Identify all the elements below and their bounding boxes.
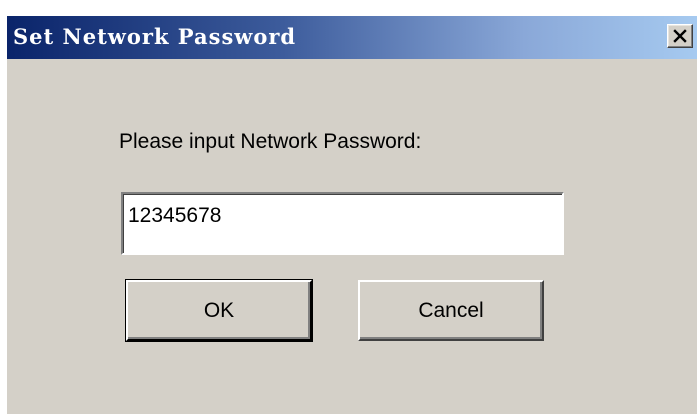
password-input[interactable]: 12345678 bbox=[121, 192, 564, 255]
password-prompt-label: Please input Network Password: bbox=[119, 130, 422, 153]
title-bar[interactable]: Set Network Password bbox=[7, 16, 697, 59]
cancel-button[interactable]: Cancel bbox=[358, 280, 544, 341]
window-title: Set Network Password bbox=[13, 24, 297, 49]
close-icon bbox=[673, 29, 687, 43]
ok-button[interactable]: OK bbox=[126, 280, 312, 341]
set-network-password-dialog: Set Network Password Please input Networ… bbox=[7, 16, 697, 414]
ok-button-label: OK bbox=[203, 298, 235, 322]
cancel-button-label: Cancel bbox=[418, 298, 484, 322]
close-button[interactable] bbox=[667, 24, 693, 48]
